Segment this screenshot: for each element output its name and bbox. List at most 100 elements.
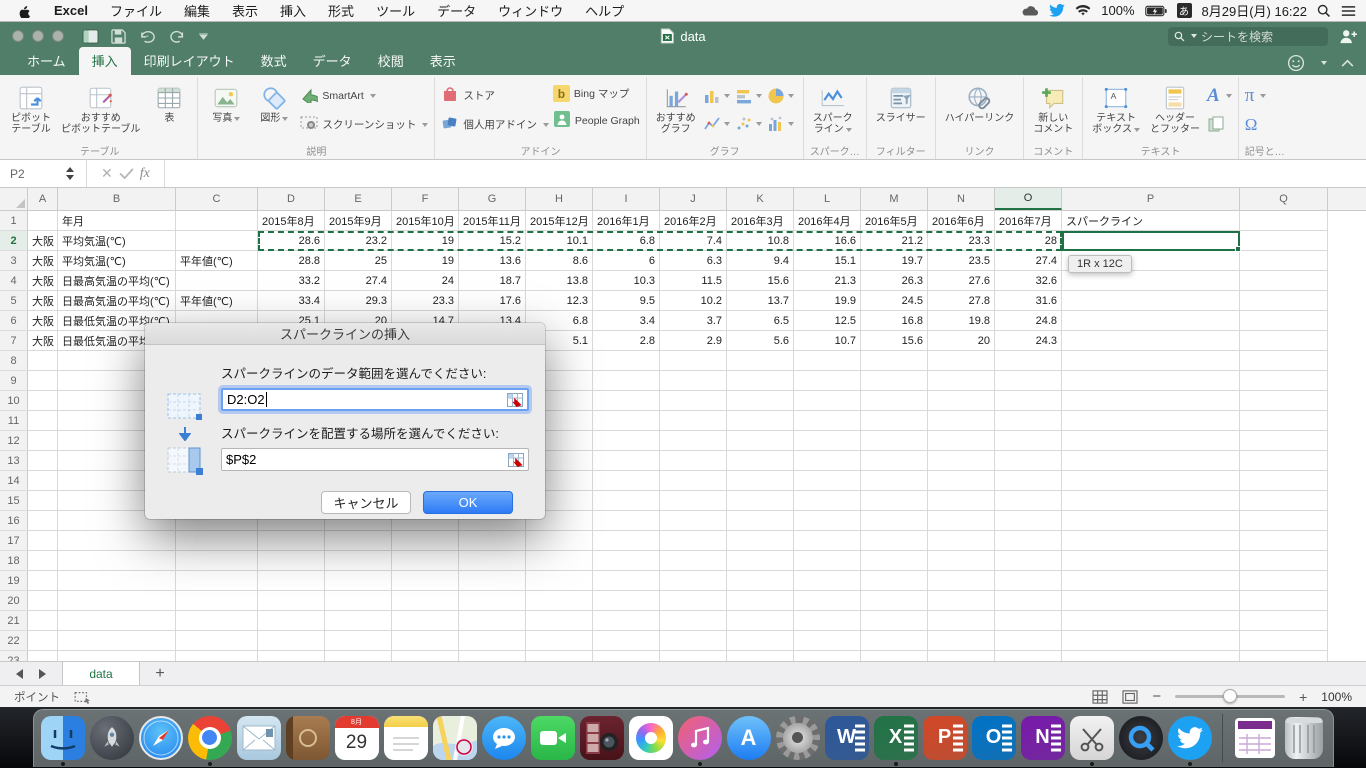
cell[interactable] bbox=[593, 371, 660, 391]
cell[interactable] bbox=[1062, 331, 1240, 351]
cell[interactable] bbox=[28, 391, 58, 411]
cell[interactable] bbox=[928, 631, 995, 651]
cell[interactable] bbox=[28, 591, 58, 611]
cell[interactable]: 日最高気温の平均(℃) bbox=[58, 291, 176, 311]
cell[interactable] bbox=[861, 651, 928, 661]
cell[interactable] bbox=[593, 631, 660, 651]
cell[interactable] bbox=[928, 351, 995, 371]
cell[interactable]: 21.3 bbox=[794, 271, 861, 291]
dock-icon-photobooth[interactable] bbox=[579, 715, 625, 761]
row-header-19[interactable]: 19 bbox=[0, 571, 28, 591]
cell[interactable]: 15.2 bbox=[459, 231, 526, 251]
ribbon-button-comment[interactable]: 新しい コメント bbox=[1030, 81, 1076, 137]
cell[interactable] bbox=[727, 391, 794, 411]
cell[interactable] bbox=[660, 611, 727, 631]
cell[interactable] bbox=[995, 611, 1062, 631]
wifi-icon[interactable] bbox=[1075, 4, 1091, 17]
cell[interactable] bbox=[861, 551, 928, 571]
row-header-1[interactable]: 1 bbox=[0, 211, 28, 231]
cell[interactable] bbox=[1240, 551, 1328, 571]
cell[interactable] bbox=[258, 531, 325, 551]
cell[interactable]: 19 bbox=[392, 251, 459, 271]
cell[interactable] bbox=[28, 571, 58, 591]
menu-item-tools[interactable]: ツール bbox=[376, 1, 415, 20]
cell[interactable] bbox=[928, 431, 995, 451]
cell[interactable]: 3.7 bbox=[660, 311, 727, 331]
cell[interactable] bbox=[1062, 231, 1240, 251]
cell[interactable] bbox=[794, 611, 861, 631]
column-header-Q[interactable]: P bbox=[1062, 188, 1240, 210]
cell[interactable] bbox=[1240, 511, 1328, 531]
cell[interactable] bbox=[258, 651, 325, 661]
row-header-15[interactable]: 15 bbox=[0, 491, 28, 511]
cell[interactable]: 7.4 bbox=[660, 231, 727, 251]
cell[interactable]: 大阪 bbox=[28, 271, 58, 291]
sheet-tab-data[interactable]: data bbox=[62, 662, 140, 685]
column-header-B[interactable]: A bbox=[28, 188, 58, 210]
cell[interactable]: 12.3 bbox=[526, 291, 593, 311]
cell[interactable] bbox=[176, 611, 258, 631]
row-header-20[interactable]: 20 bbox=[0, 591, 28, 611]
cell[interactable] bbox=[660, 531, 727, 551]
cell[interactable]: 年月 bbox=[58, 211, 176, 231]
cell[interactable]: 2016年1月 bbox=[593, 211, 660, 231]
dock-icon-contacts[interactable] bbox=[285, 715, 331, 761]
cell[interactable] bbox=[1062, 371, 1240, 391]
cell[interactable] bbox=[794, 351, 861, 371]
row-header-11[interactable]: 11 bbox=[0, 411, 28, 431]
cell[interactable] bbox=[861, 391, 928, 411]
cell[interactable] bbox=[1062, 651, 1240, 661]
cell[interactable]: 平年値(℃) bbox=[176, 251, 258, 271]
cell[interactable] bbox=[176, 651, 258, 661]
save-icon[interactable] bbox=[111, 28, 126, 44]
cell[interactable]: 28.6 bbox=[258, 231, 325, 251]
cell[interactable] bbox=[325, 631, 392, 651]
row-header-5[interactable]: 5 bbox=[0, 291, 28, 311]
cell[interactable] bbox=[593, 431, 660, 451]
cell[interactable] bbox=[1062, 531, 1240, 551]
column-header-I[interactable]: H bbox=[526, 188, 593, 210]
cell[interactable]: 2016年5月 bbox=[861, 211, 928, 231]
cell[interactable]: 2016年2月 bbox=[660, 211, 727, 231]
cell[interactable]: 16.6 bbox=[794, 231, 861, 251]
row-header-13[interactable]: 13 bbox=[0, 451, 28, 471]
ribbon-button-recpivot[interactable]: おすすめ ピボットテーブル bbox=[58, 81, 143, 137]
cell[interactable] bbox=[392, 591, 459, 611]
cell[interactable] bbox=[660, 571, 727, 591]
cell[interactable] bbox=[1062, 351, 1240, 371]
cell[interactable] bbox=[176, 271, 258, 291]
row-header-17[interactable]: 17 bbox=[0, 531, 28, 551]
cell[interactable]: 2.8 bbox=[593, 331, 660, 351]
cell[interactable] bbox=[660, 471, 727, 491]
cell[interactable] bbox=[593, 611, 660, 631]
cell[interactable]: 12.5 bbox=[794, 311, 861, 331]
cell[interactable] bbox=[28, 651, 58, 661]
cell[interactable] bbox=[526, 551, 593, 571]
cell[interactable] bbox=[1240, 431, 1328, 451]
cell[interactable] bbox=[794, 431, 861, 451]
ribbon-button-screenshot[interactable]: スクリーンショット bbox=[300, 114, 429, 135]
sheet-search-input[interactable]: シートを検索 bbox=[1168, 26, 1328, 46]
row-header-7[interactable]: 7 bbox=[0, 331, 28, 351]
cell[interactable] bbox=[794, 371, 861, 391]
row-header-14[interactable]: 14 bbox=[0, 471, 28, 491]
cell[interactable] bbox=[258, 591, 325, 611]
cell[interactable] bbox=[995, 351, 1062, 371]
zoom-slider-thumb[interactable] bbox=[1223, 689, 1238, 703]
cell[interactable] bbox=[928, 411, 995, 431]
select-all-corner[interactable] bbox=[0, 188, 28, 210]
cell[interactable] bbox=[1240, 411, 1328, 431]
cell[interactable] bbox=[1240, 391, 1328, 411]
cell[interactable] bbox=[1062, 471, 1240, 491]
cell[interactable]: 10.2 bbox=[660, 291, 727, 311]
cell[interactable] bbox=[995, 651, 1062, 661]
cell[interactable]: 10.7 bbox=[794, 331, 861, 351]
column-header-K[interactable]: J bbox=[660, 188, 727, 210]
cell[interactable] bbox=[995, 391, 1062, 411]
cell[interactable] bbox=[1240, 331, 1328, 351]
cell[interactable]: 26.3 bbox=[861, 271, 928, 291]
cell[interactable] bbox=[526, 611, 593, 631]
row-header-8[interactable]: 8 bbox=[0, 351, 28, 371]
cell[interactable] bbox=[1062, 631, 1240, 651]
cell[interactable] bbox=[526, 631, 593, 651]
